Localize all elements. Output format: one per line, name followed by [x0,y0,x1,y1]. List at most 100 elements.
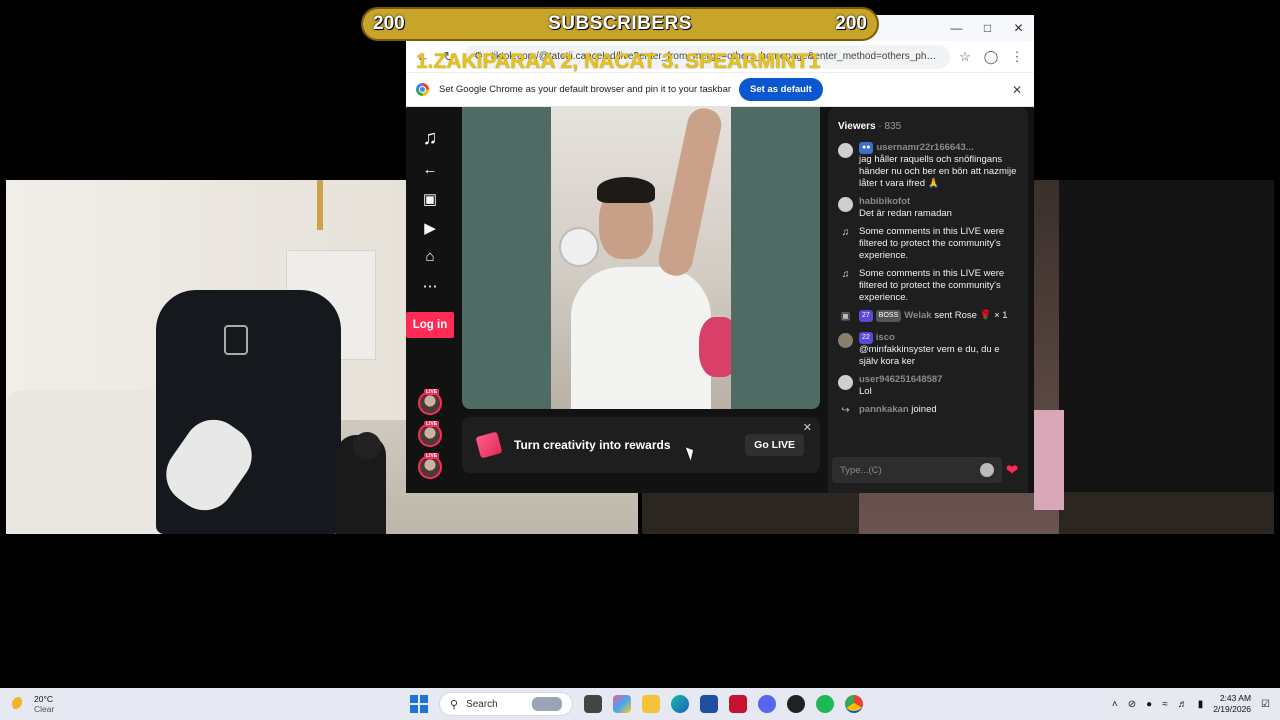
live-chat-panel: Viewers · 835 ●● usernamr22r166643... jag … [828,107,1028,493]
login-button[interactable]: Log in [406,312,454,338]
viewers-header[interactable]: Viewers · 835 [838,121,1018,132]
emoji-icon[interactable] [980,463,994,477]
back-arrow-icon[interactable]: ← [406,155,454,184]
level-badge: ●● [859,142,874,154]
level-badge: 27 [859,310,873,322]
live-avatar-3[interactable]: LIVE [418,453,442,479]
menu-dots-icon[interactable]: ⋮ [1006,46,1028,68]
viewers-label: Viewers [838,121,876,132]
chat-text: jag håller raquells och snöflingans händ… [859,154,1017,189]
chat-text: Lol [859,386,872,397]
live-video-player[interactable] [462,107,820,409]
live-avatar-1[interactable]: LIVE [418,389,442,415]
join-icon: ↪ [841,405,850,416]
chat-input-placeholder: Type...(C) [840,464,882,476]
subscriber-count-left: 200 [373,13,405,34]
user-avatar[interactable] [838,333,853,348]
promo-text: Turn creativity into rewards [514,438,671,452]
adobe-icon[interactable] [729,695,747,713]
wifi-icon[interactable]: ≈ [1162,699,1168,710]
live-avatar-2[interactable]: LIVE [418,421,442,447]
discord-icon[interactable] [758,695,776,713]
clock-date: 2/19/2026 [1213,704,1252,714]
chat-username[interactable]: pannkakan [859,404,909,415]
level-badge: 22 [859,332,873,344]
user-avatar[interactable] [838,143,853,158]
obs-icon[interactable] [787,695,805,713]
chevron-up-icon[interactable]: ˄ [1112,699,1118,710]
taskbar-search[interactable]: ⚲ Search [439,692,573,716]
chat-text: joined [911,404,937,415]
chrome-logo-icon [416,83,429,96]
live-video-frame [551,107,731,409]
chat-username[interactable]: Welak [904,310,931,321]
notification-bell-icon[interactable]: ☑ [1261,699,1270,710]
subscribers-banner: 200 SUBSCRIBERS 200 [361,7,879,41]
task-view-icon[interactable] [584,695,602,713]
microphone-icon[interactable]: ● [1146,699,1152,710]
battery-icon[interactable]: ▮ [1198,699,1204,710]
network-icon[interactable]: ⊘ [1128,699,1136,710]
system-text: Some comments in this LIVE were filtered… [859,226,1005,261]
tiktok-logo-icon[interactable]: ♫ [406,121,454,155]
home-icon[interactable]: ⌂ [406,242,454,271]
start-button[interactable] [410,695,428,713]
taskbar: 20°C Clear ⚲ Search ˄ ⊘ ● ≈ ♬ ▮ 2:43 AM … [0,688,1280,720]
weather-widget[interactable]: 20°C Clear [12,694,54,714]
chat-username[interactable]: usernamr22r166643... [876,142,973,153]
spotify-icon[interactable] [816,695,834,713]
edge-icon[interactable] [671,695,689,713]
bookmark-star-icon[interactable]: ☆ [954,46,976,68]
system-text: Some comments in this LIVE were filtered… [859,268,1005,303]
user-avatar[interactable] [838,197,853,212]
promo-close-icon[interactable]: ✕ [803,421,812,434]
subscriber-count-right: 200 [835,13,867,34]
subscribers-title: SUBSCRIBERS [548,13,692,34]
video-camera-icon[interactable]: ▶ [406,213,454,242]
maximize-icon[interactable]: □ [972,15,1003,41]
gift-icon [475,431,503,459]
moon-icon [12,697,26,711]
desktop: 200 SUBSCRIBERS 200 1.ZAKIPARAA 2, NACAT… [0,0,1280,720]
user-avatar[interactable] [838,375,853,390]
weather-temp: 20°C [34,694,53,704]
join-message: ↪ pannkakan joined [838,404,1018,420]
minimize-icon[interactable]: — [941,15,972,41]
more-dots-icon[interactable]: ⋯ [406,271,454,300]
system-message: ♫ Some comments in this LIVE were filter… [838,226,1018,262]
gift-box-icon: ▣ [840,311,851,322]
store-icon[interactable] [700,695,718,713]
gift-message: ▣ 27 BOSS Welak sent Rose 🌹 × 1 [838,310,1018,326]
volume-icon[interactable]: ♬ [1178,699,1188,710]
system-tray: ˄ ⊘ ● ≈ ♬ ▮ 2:43 AM 2/19/2026 ☑ [1112,693,1270,715]
search-highlight-icon [532,697,562,711]
tiktok-note-icon: ♫ [841,227,850,238]
file-explorer-icon[interactable] [642,695,660,713]
chat-input[interactable]: Type...(C) [832,457,1002,483]
default-browser-infobar: Set Google Chrome as your default browse… [406,73,1034,107]
weather-condition: Clear [34,704,55,714]
clock[interactable]: 2:43 AM 2/19/2026 [1213,693,1251,715]
live-tv-icon[interactable]: ▣ [406,184,454,213]
copilot-icon[interactable] [613,695,631,713]
chat-username[interactable]: isco [876,332,895,343]
chat-message: 22 isco @minfakkinsyster vem e du, du e sj… [838,332,1018,368]
profile-icon[interactable]: ◯ [980,46,1002,68]
rewards-promo: Turn creativity into rewards Go LIVE ✕ [462,417,820,473]
search-placeholder: Search [466,698,498,710]
infobar-close-icon[interactable]: ✕ [1012,83,1022,97]
chat-username[interactable]: user946251648587 [859,374,942,385]
close-icon[interactable]: ✕ [1003,15,1034,41]
boss-badge: BOSS [875,310,902,322]
set-as-default-button[interactable]: Set as default [739,78,823,101]
go-live-button[interactable]: Go LIVE [745,434,804,456]
chat-username[interactable]: habibikofot [859,196,910,207]
chat-message: ●● usernamr22r166643... jag håller raquell… [838,142,1018,190]
clock-time: 2:43 AM [1219,693,1252,703]
search-icon: ⚲ [450,698,459,711]
browser-window: — □ ✕ ← ↻ ⚙ tiktok.com/@tatotii.canceled… [406,15,1034,493]
chat-text: sent Rose 🌹 × 1 [934,310,1008,321]
tiktok-live-page: ♫ ← ▣ ▶ ⌂ ⋯ Log in LIVE LIVE LIVE Turn c… [406,107,1034,493]
chrome-icon[interactable] [845,695,863,713]
heart-icon[interactable]: ❤ [1000,457,1024,483]
